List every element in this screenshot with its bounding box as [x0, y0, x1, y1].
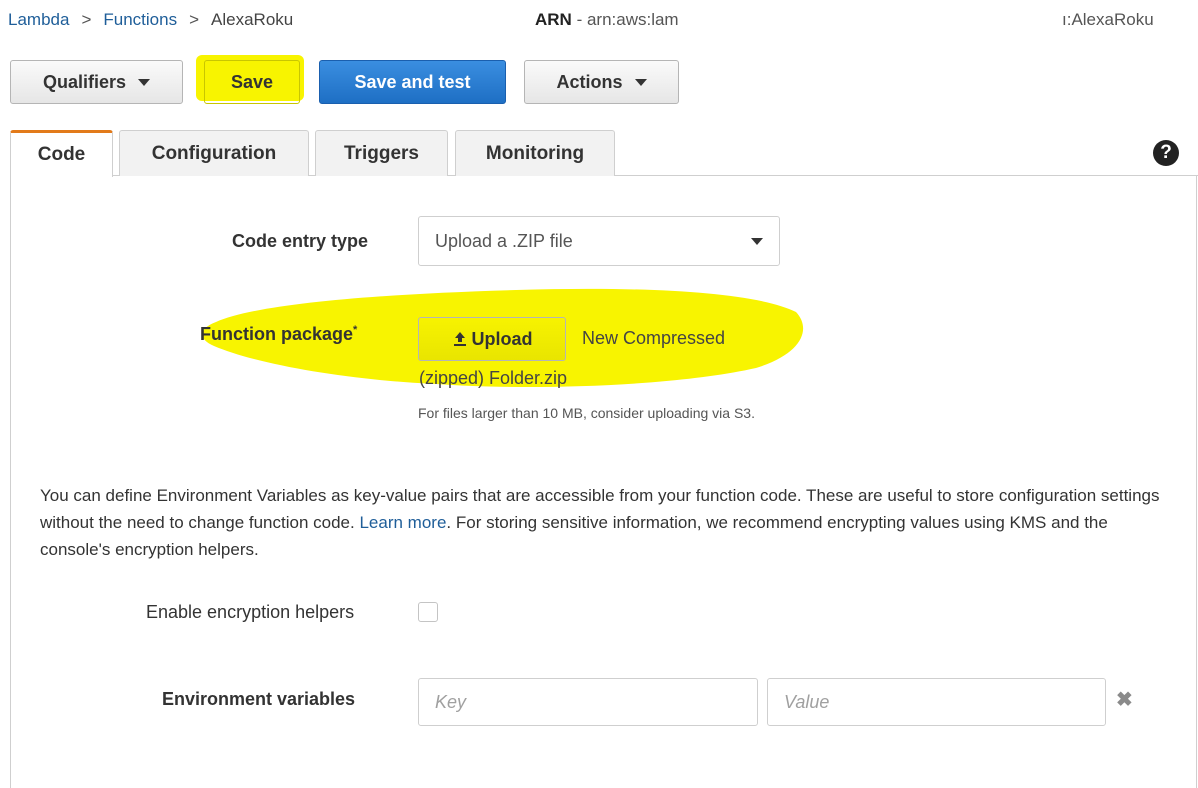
code-entry-type-select[interactable]: Upload a .ZIP file	[418, 216, 780, 266]
breadcrumb-functions-link[interactable]: Functions	[103, 10, 177, 29]
breadcrumb-lambda-link[interactable]: Lambda	[8, 10, 69, 29]
arn-label: ARN	[535, 10, 572, 29]
arn-tail: ı:AlexaRoku	[1062, 10, 1154, 29]
function-package-text: Function package	[200, 324, 354, 344]
actions-label: Actions	[556, 71, 623, 92]
upload-label: Upload	[471, 328, 533, 349]
upload-button[interactable]: Upload	[418, 317, 566, 361]
breadcrumb-separator: >	[189, 10, 200, 29]
code-entry-type-label: Code entry type	[232, 231, 369, 251]
env-key-input[interactable]	[418, 678, 758, 726]
selected-file-name-cont: (zipped) Folder.zip	[419, 368, 568, 388]
caret-down-icon	[634, 78, 647, 86]
encryption-helpers-label: Enable encryption helpers	[146, 602, 355, 622]
qualifiers-dropdown[interactable]: Qualifiers	[10, 60, 183, 104]
breadcrumb-current: AlexaRoku	[211, 10, 294, 29]
upload-size-hint: For files larger than 10 MB, consider up…	[418, 405, 755, 421]
env-value-input[interactable]	[767, 678, 1106, 726]
breadcrumb: Lambda > Functions > AlexaRoku	[8, 10, 293, 30]
tab-code[interactable]: Code	[10, 130, 113, 177]
remove-variable-icon[interactable]: ✖	[1116, 687, 1133, 712]
save-button[interactable]: Save	[204, 60, 300, 104]
actions-dropdown[interactable]: Actions	[524, 60, 679, 104]
arn-value: - arn:aws:lam	[571, 10, 679, 29]
selected-file-name: New Compressed	[582, 328, 726, 348]
tab-triggers[interactable]: Triggers	[315, 130, 448, 176]
tab-configuration[interactable]: Configuration	[119, 130, 309, 176]
arn-display: ARN - arn:aws:lam	[535, 10, 679, 30]
required-marker: *	[353, 324, 358, 336]
function-package-label: Function package*	[200, 324, 357, 345]
chevron-down-icon	[751, 238, 763, 245]
code-entry-type-value: Upload a .ZIP file	[435, 230, 573, 251]
caret-down-icon	[138, 78, 151, 86]
encryption-helpers-checkbox[interactable]	[418, 602, 438, 622]
env-description: You can define Environment Variables as …	[40, 482, 1170, 563]
save-and-test-button[interactable]: Save and test	[319, 60, 506, 104]
qualifiers-label: Qualifiers	[42, 71, 127, 92]
breadcrumb-separator: >	[81, 10, 92, 29]
environment-variables-label: Environment variables	[162, 689, 356, 709]
help-icon[interactable]: ?	[1153, 140, 1179, 166]
learn-more-link[interactable]: Learn more	[359, 513, 446, 532]
tab-monitoring[interactable]: Monitoring	[455, 130, 615, 176]
upload-icon	[453, 332, 466, 346]
